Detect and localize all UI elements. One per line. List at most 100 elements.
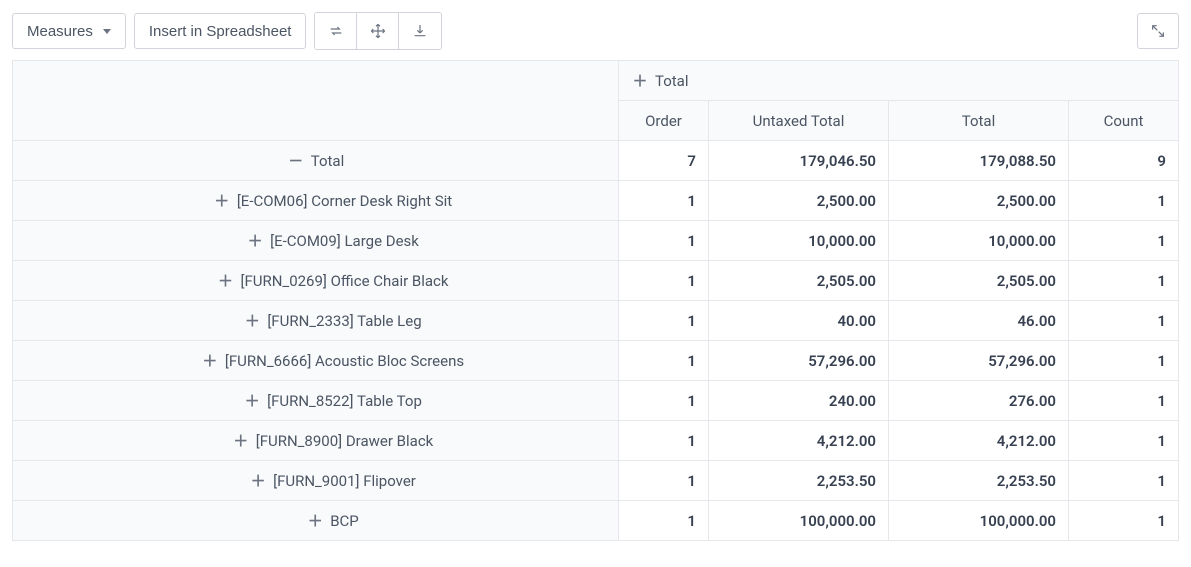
- row-label: [FURN_8900] Drawer Black: [256, 432, 434, 450]
- measures-button[interactable]: Measures: [12, 13, 126, 49]
- row-label-cell[interactable]: ＋ BCP: [13, 501, 619, 541]
- grand-total-row: －Total 7 179,046.50 179,088.50 9: [13, 141, 1179, 181]
- plus-icon: ＋: [631, 70, 649, 91]
- cell-count: 1: [1069, 341, 1179, 381]
- header-group-row: ＋ Total: [13, 61, 1179, 101]
- insert-spreadsheet-button[interactable]: Insert in Spreadsheet: [134, 13, 307, 49]
- plus-icon[interactable]: ＋: [213, 190, 231, 211]
- cell-untaxed: 40.00: [709, 301, 889, 341]
- cell-order: 1: [619, 341, 709, 381]
- cell-untaxed: 4,212.00: [709, 421, 889, 461]
- table-row: ＋[FURN_0269] Office Chair Black12,505.00…: [13, 261, 1179, 301]
- swap-icon: [328, 23, 344, 39]
- cell-count: 1: [1069, 181, 1179, 221]
- minus-icon[interactable]: －: [287, 150, 305, 171]
- row-label: [E-COM06] Corner Desk Right Sit: [237, 192, 452, 210]
- plus-icon[interactable]: ＋: [216, 270, 234, 291]
- cell-order: 1: [619, 461, 709, 501]
- cell-total: 276.00: [889, 381, 1069, 421]
- col-total[interactable]: Total: [889, 101, 1069, 141]
- cell-untaxed: 100,000.00: [709, 501, 889, 541]
- expand-icon: [1150, 23, 1166, 39]
- grand-order: 7: [619, 141, 709, 181]
- chevron-down-icon: [103, 29, 111, 34]
- grand-count: 9: [1069, 141, 1179, 181]
- cell-count: 1: [1069, 301, 1179, 341]
- row-label-cell[interactable]: ＋ [FURN_8522] Table Top: [13, 381, 619, 421]
- pivot-table: ＋ Total Order Untaxed Total Total Count －…: [12, 60, 1179, 541]
- row-label-cell[interactable]: ＋ [FURN_0269] Office Chair Black: [13, 261, 619, 301]
- row-label: [FURN_0269] Office Chair Black: [240, 272, 448, 290]
- cell-order: 1: [619, 261, 709, 301]
- expand-all-button[interactable]: [357, 13, 399, 49]
- row-label-cell[interactable]: ＋ [FURN_9001] Flipover: [13, 461, 619, 501]
- plus-icon[interactable]: ＋: [243, 390, 261, 411]
- table-row: ＋[E-COM06] Corner Desk Right Sit12,500.0…: [13, 181, 1179, 221]
- plus-icon[interactable]: ＋: [249, 470, 267, 491]
- grand-untaxed: 179,046.50: [709, 141, 889, 181]
- plus-icon[interactable]: ＋: [232, 430, 250, 451]
- cell-total: 2,505.00: [889, 261, 1069, 301]
- cell-untaxed: 240.00: [709, 381, 889, 421]
- cell-total: 46.00: [889, 301, 1069, 341]
- row-label-cell[interactable]: ＋ [FURN_8900] Drawer Black: [13, 421, 619, 461]
- row-label: BCP: [330, 512, 359, 530]
- row-label-cell[interactable]: ＋ [E-COM09] Large Desk: [13, 221, 619, 261]
- cell-untaxed: 10,000.00: [709, 221, 889, 261]
- row-label: [FURN_2333] Table Leg: [267, 312, 421, 330]
- cell-count: 1: [1069, 461, 1179, 501]
- cell-untaxed: 2,505.00: [709, 261, 889, 301]
- cell-order: 1: [619, 501, 709, 541]
- row-label: [FURN_8522] Table Top: [267, 392, 422, 410]
- cell-order: 1: [619, 381, 709, 421]
- pivot-actions-group: [314, 12, 442, 50]
- move-icon: [370, 23, 386, 39]
- row-label: [FURN_6666] Acoustic Bloc Screens: [225, 352, 464, 370]
- grand-total-label: Total: [311, 152, 345, 170]
- table-row: ＋[E-COM09] Large Desk110,000.0010,000.00…: [13, 221, 1179, 261]
- cell-order: 1: [619, 221, 709, 261]
- col-order[interactable]: Order: [619, 101, 709, 141]
- cell-total: 57,296.00: [889, 341, 1069, 381]
- measures-label: Measures: [27, 23, 93, 40]
- row-label-cell[interactable]: ＋ [E-COM06] Corner Desk Right Sit: [13, 181, 619, 221]
- cell-total: 2,500.00: [889, 181, 1069, 221]
- row-label: [FURN_9001] Flipover: [273, 472, 416, 490]
- plus-icon[interactable]: ＋: [306, 510, 324, 531]
- cell-total: 4,212.00: [889, 421, 1069, 461]
- cell-untaxed: 57,296.00: [709, 341, 889, 381]
- cell-count: 1: [1069, 381, 1179, 421]
- toolbar: Measures Insert in Spreadsheet: [12, 12, 1179, 50]
- cell-total: 2,253.50: [889, 461, 1069, 501]
- cell-order: 1: [619, 181, 709, 221]
- fullscreen-button[interactable]: [1137, 13, 1179, 49]
- cell-total: 10,000.00: [889, 221, 1069, 261]
- cell-total: 100,000.00: [889, 501, 1069, 541]
- col-untaxed[interactable]: Untaxed Total: [709, 101, 889, 141]
- table-row: ＋[FURN_9001] Flipover12,253.502,253.501: [13, 461, 1179, 501]
- cell-count: 1: [1069, 501, 1179, 541]
- row-label: [E-COM09] Large Desk: [270, 232, 419, 250]
- column-total-label: Total: [655, 72, 689, 90]
- col-count[interactable]: Count: [1069, 101, 1179, 141]
- cell-untaxed: 2,500.00: [709, 181, 889, 221]
- plus-icon[interactable]: ＋: [243, 310, 261, 331]
- flip-axis-button[interactable]: [315, 13, 357, 49]
- download-button[interactable]: [399, 13, 441, 49]
- corner-cell: [13, 61, 619, 141]
- insert-label: Insert in Spreadsheet: [149, 23, 292, 40]
- cell-order: 1: [619, 421, 709, 461]
- column-total-header[interactable]: ＋ Total: [619, 61, 1179, 101]
- table-row: ＋[FURN_6666] Acoustic Bloc Screens157,29…: [13, 341, 1179, 381]
- plus-icon[interactable]: ＋: [246, 230, 264, 251]
- row-label-cell[interactable]: ＋ [FURN_6666] Acoustic Bloc Screens: [13, 341, 619, 381]
- table-row: ＋[FURN_8522] Table Top1240.00276.001: [13, 381, 1179, 421]
- cell-count: 1: [1069, 221, 1179, 261]
- table-row: ＋BCP1100,000.00100,000.001: [13, 501, 1179, 541]
- cell-count: 1: [1069, 261, 1179, 301]
- plus-icon[interactable]: ＋: [201, 350, 219, 371]
- grand-total-label-cell[interactable]: － Total: [13, 141, 619, 181]
- cell-count: 1: [1069, 421, 1179, 461]
- row-label-cell[interactable]: ＋ [FURN_2333] Table Leg: [13, 301, 619, 341]
- download-icon: [412, 23, 428, 39]
